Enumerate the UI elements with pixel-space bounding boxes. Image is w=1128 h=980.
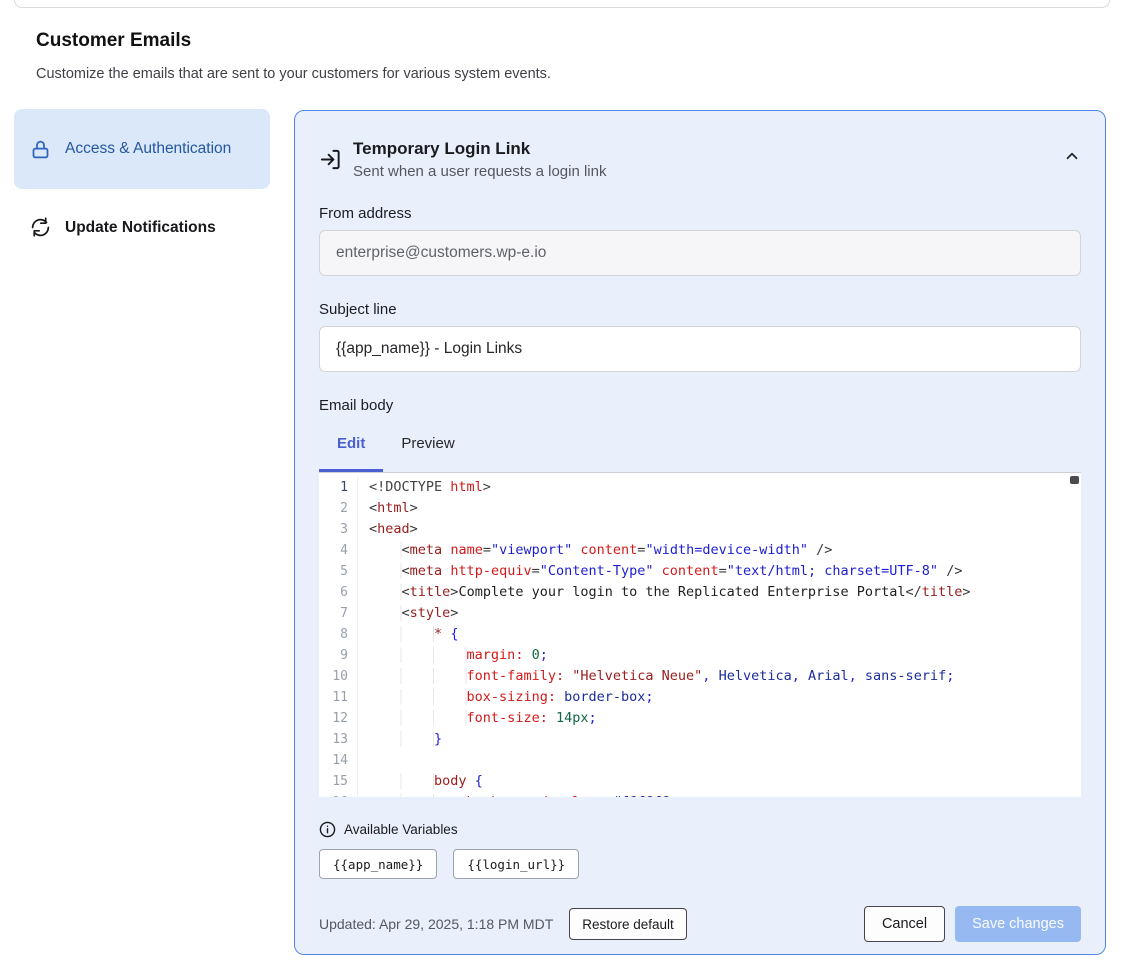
- code-line[interactable]: 1<!DOCTYPE html>: [319, 477, 1081, 498]
- code-editor[interactable]: 1<!DOCTYPE html>2<html>3<head>4 <meta na…: [319, 472, 1081, 797]
- tab-edit[interactable]: Edit: [319, 429, 383, 458]
- code-line[interactable]: 7 <style>: [319, 603, 1081, 624]
- chevron-up-icon: [1063, 147, 1081, 165]
- email-body-tabs: Edit Preview: [319, 429, 1081, 458]
- card-header: Temporary Login Link Sent when a user re…: [319, 139, 1081, 180]
- from-address-label: From address: [319, 205, 1081, 222]
- line-number: 5: [319, 561, 358, 582]
- line-number: 12: [319, 708, 358, 729]
- available-variables-label: Available Variables: [344, 822, 458, 837]
- line-number: 11: [319, 687, 358, 708]
- email-types-sidebar: Access & Authentication Update Notificat…: [14, 109, 270, 246]
- subject-line-input[interactable]: [319, 326, 1081, 372]
- sidebar-item-update-notifications[interactable]: Update Notifications: [14, 209, 270, 246]
- cancel-button[interactable]: Cancel: [864, 906, 945, 942]
- code-line[interactable]: 10 font-family: "Helvetica Neue", Helvet…: [319, 666, 1081, 687]
- line-number: 16: [319, 792, 358, 797]
- refresh-icon: [30, 217, 51, 238]
- updated-timestamp: Updated: Apr 29, 2025, 1:18 PM MDT: [319, 916, 553, 932]
- info-icon: [319, 821, 336, 838]
- line-number: 2: [319, 498, 358, 519]
- code-line[interactable]: 11 box-sizing: border-box;: [319, 687, 1081, 708]
- line-number: 13: [319, 729, 358, 750]
- code-line[interactable]: 8 * {: [319, 624, 1081, 645]
- email-body-label: Email body: [319, 397, 1081, 414]
- line-number: 10: [319, 666, 358, 687]
- log-in-icon: [319, 148, 342, 171]
- code-line[interactable]: 16 background-color: #f6f6f6;: [319, 792, 1081, 797]
- card-subtitle: Sent when a user requests a login link: [353, 163, 606, 180]
- line-number: 14: [319, 750, 358, 771]
- line-number: 4: [319, 540, 358, 561]
- code-line[interactable]: 3<head>: [319, 519, 1081, 540]
- code-line[interactable]: 13 }: [319, 729, 1081, 750]
- restore-default-button[interactable]: Restore default: [569, 908, 687, 940]
- line-number: 9: [319, 645, 358, 666]
- code-line[interactable]: 15 body {: [319, 771, 1081, 792]
- card-title: Temporary Login Link: [353, 139, 606, 159]
- page-subtitle: Customize the emails that are sent to yo…: [36, 66, 551, 82]
- subject-line-label: Subject line: [319, 301, 1081, 318]
- line-number: 7: [319, 603, 358, 624]
- line-number: 3: [319, 519, 358, 540]
- temporary-login-link-card: Temporary Login Link Sent when a user re…: [294, 110, 1106, 955]
- sidebar-item-label: Update Notifications: [65, 219, 216, 237]
- line-number: 8: [319, 624, 358, 645]
- code-line[interactable]: 6 <title>Complete your login to the Repl…: [319, 582, 1081, 603]
- tab-preview[interactable]: Preview: [383, 429, 472, 458]
- lock-icon: [30, 139, 51, 160]
- code-line[interactable]: 4 <meta name="viewport" content="width=d…: [319, 540, 1081, 561]
- code-lines: 1<!DOCTYPE html>2<html>3<head>4 <meta na…: [319, 477, 1081, 797]
- line-number: 1: [319, 477, 358, 498]
- sidebar-item-label: Access & Authentication: [65, 137, 231, 161]
- page-title: Customer Emails: [36, 30, 191, 52]
- code-line[interactable]: 5 <meta http-equiv="Content-Type" conten…: [319, 561, 1081, 582]
- from-address-input[interactable]: [319, 230, 1081, 276]
- variable-chip-login-url[interactable]: {{login_url}}: [453, 849, 579, 879]
- variable-chips: {{app_name}} {{login_url}}: [319, 849, 1081, 879]
- code-line[interactable]: 2<html>: [319, 498, 1081, 519]
- line-number: 6: [319, 582, 358, 603]
- collapse-button[interactable]: [1063, 147, 1081, 165]
- line-number: 15: [319, 771, 358, 792]
- code-line[interactable]: 12 font-size: 14px;: [319, 708, 1081, 729]
- variable-chip-app-name[interactable]: {{app_name}}: [319, 849, 437, 879]
- previous-card-bottom-edge: [14, 0, 1110, 8]
- sidebar-item-access-authentication[interactable]: Access & Authentication: [14, 109, 270, 189]
- customer-emails-page: Customer Emails Customize the emails tha…: [0, 0, 1128, 980]
- code-line[interactable]: 9 margin: 0;: [319, 645, 1081, 666]
- card-footer: Updated: Apr 29, 2025, 1:18 PM MDT Resto…: [319, 906, 1081, 942]
- scrollbar-thumb[interactable]: [1070, 476, 1079, 484]
- code-line[interactable]: 14: [319, 750, 1081, 771]
- save-changes-button[interactable]: Save changes: [955, 906, 1081, 942]
